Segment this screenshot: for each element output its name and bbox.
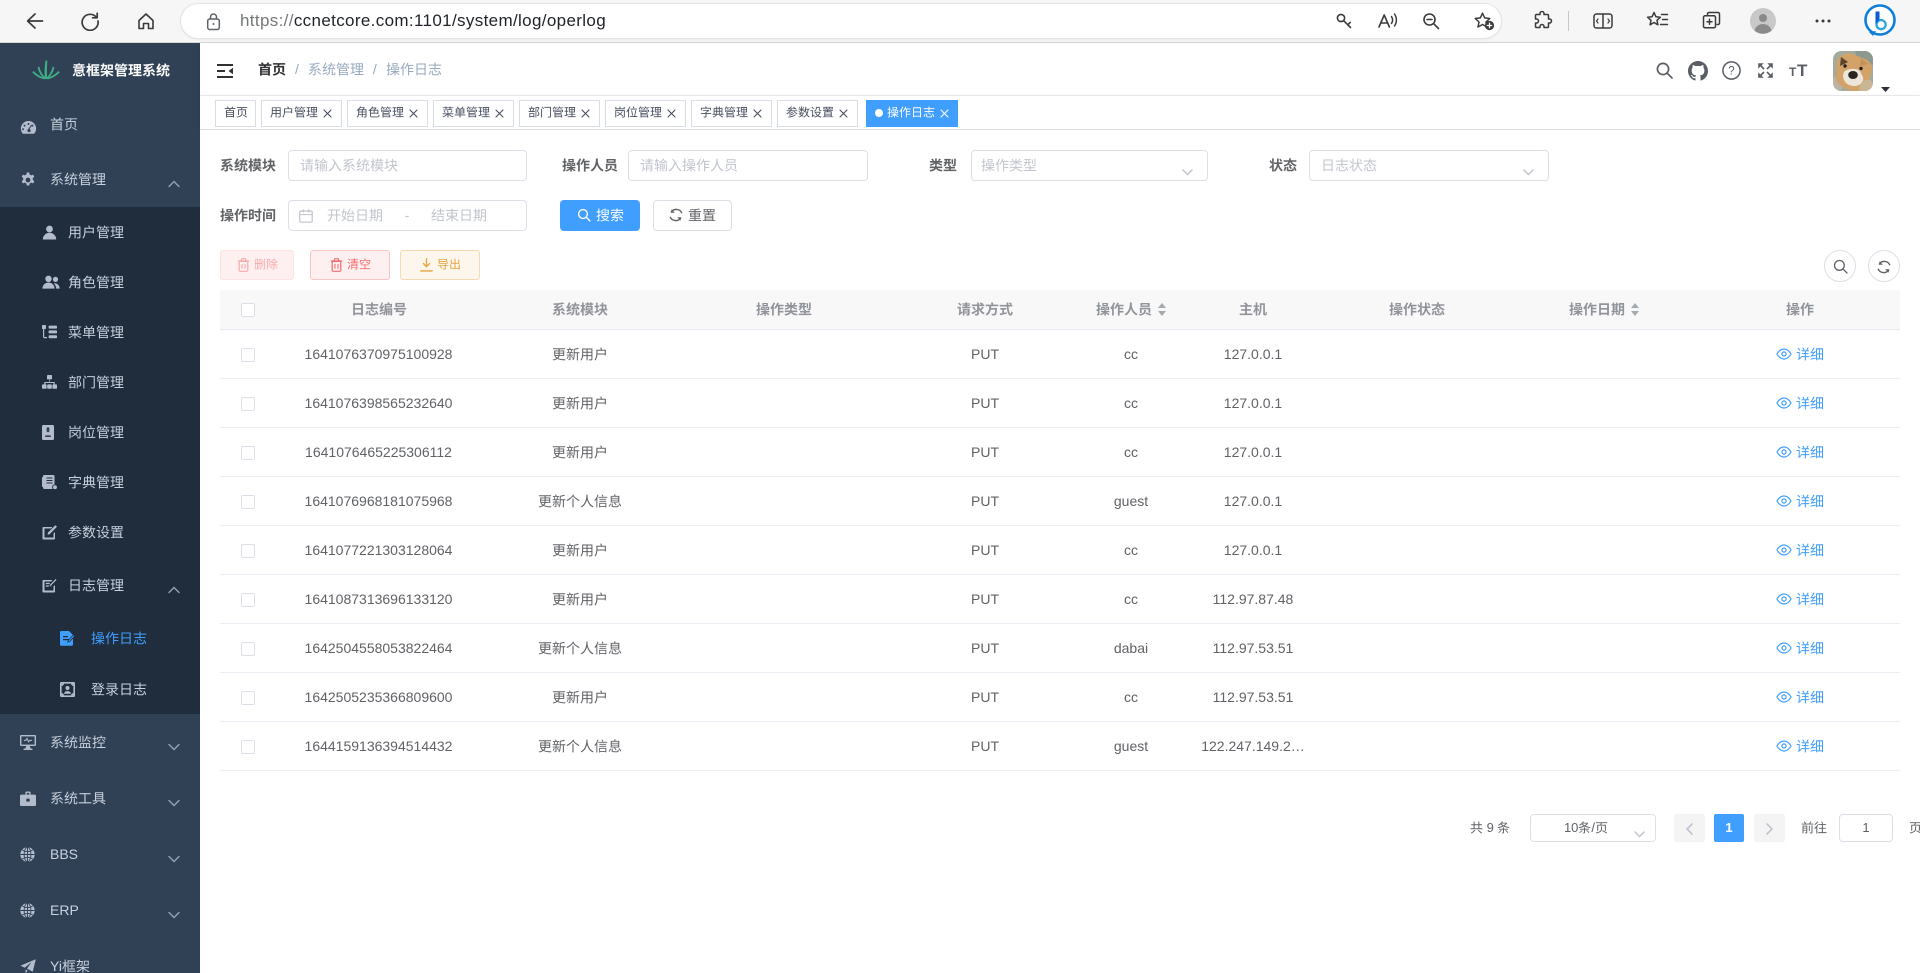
svg-text:?: ? bbox=[1728, 66, 1734, 78]
svg-text:T: T bbox=[1797, 61, 1808, 79]
svg-text:T: T bbox=[1789, 65, 1797, 79]
